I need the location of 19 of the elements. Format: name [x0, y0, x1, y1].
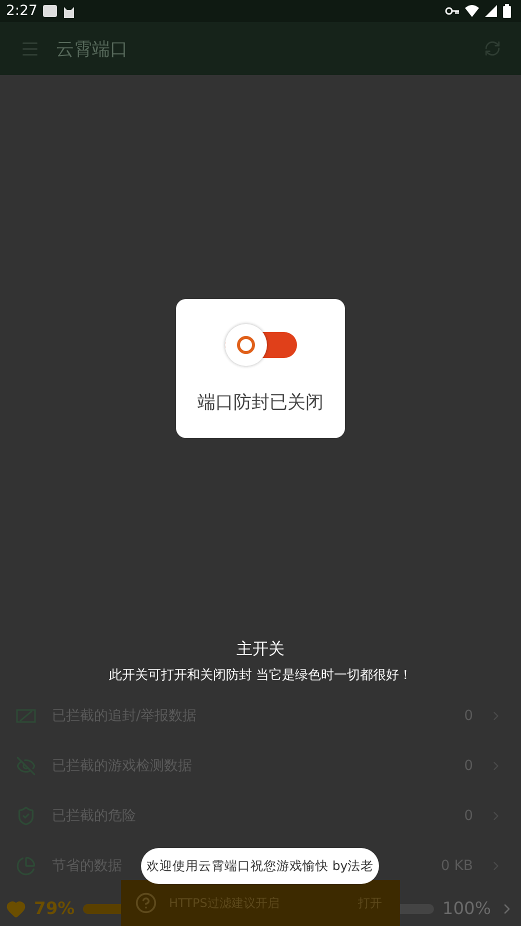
cat-icon [63, 4, 76, 18]
signal-icon [485, 5, 497, 17]
tip-text: 此开关可打开和关闭防封 当它是绿色时一切都很好！ [108, 667, 412, 684]
tip-title: 主开关 [236, 639, 284, 660]
refresh-icon[interactable] [484, 40, 501, 57]
wifi-icon [465, 5, 479, 17]
status-time: 2:27 [6, 3, 38, 19]
main-switch[interactable] [222, 322, 298, 368]
heart-icon [6, 898, 26, 918]
pie-chart-icon [16, 856, 36, 876]
key-icon [445, 7, 459, 15]
battery-icon [503, 4, 511, 18]
switch-status-text: 端口防封已关闭 [198, 391, 324, 414]
help-icon [135, 892, 157, 914]
app-title: 云霄端口 [56, 38, 128, 60]
toast-message: 欢迎使用云霄端口祝您游戏愉快 by法老 [141, 848, 379, 884]
score-percent: 79% [34, 898, 75, 918]
eye-off-icon [16, 756, 36, 776]
notification-icon [43, 5, 58, 17]
